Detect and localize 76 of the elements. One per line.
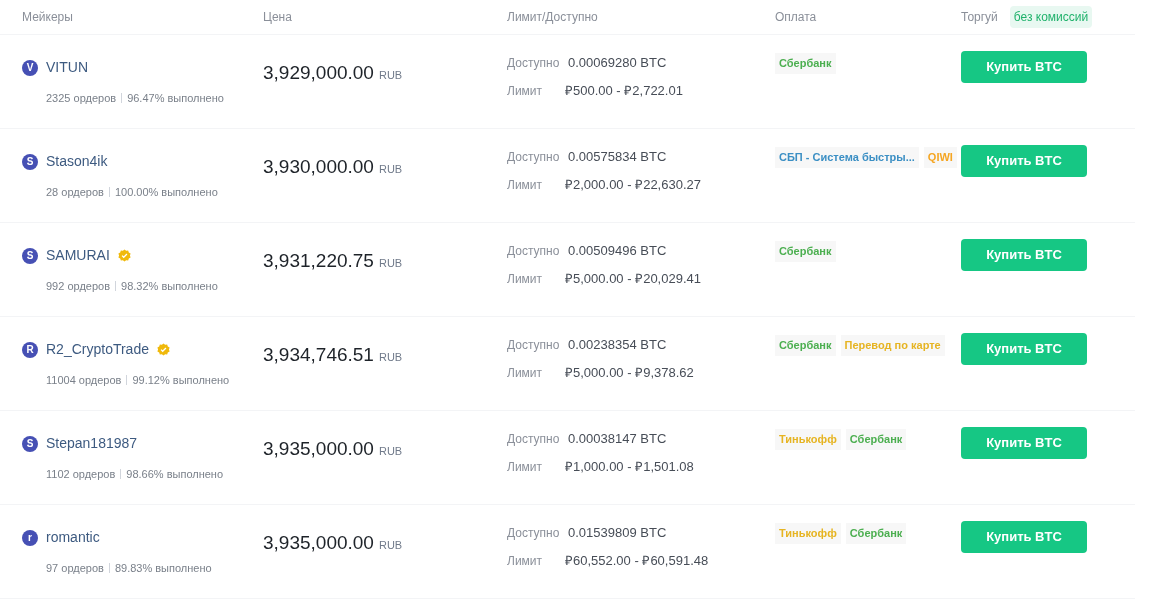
available-amount: 0.00069280 BTC (568, 54, 667, 72)
limit-range: ₽1,000.00 - ₽1,501.08 (565, 457, 694, 476)
currency: RUB (378, 538, 403, 553)
payment-tag: СБП - Система быстры... (775, 147, 919, 168)
avatar: S (22, 247, 38, 264)
payment-tag: Сбербанк (845, 523, 907, 544)
column-header: Лимит/Доступно (507, 10, 598, 24)
limit-label: Лимит (507, 270, 544, 288)
column-header: Оплата (775, 10, 817, 24)
limit-label: Лимит (507, 458, 544, 476)
order-count: 11004 ордеров (46, 373, 122, 388)
order-count: 28 ордеров (46, 185, 104, 200)
completion-rate: 98.32% выполнено (121, 279, 218, 294)
maker-name[interactable]: romantic (46, 527, 100, 548)
limit-label: Лимит (507, 176, 544, 194)
payment-tag: Сбербанк (775, 53, 836, 74)
payment-tag: Сбербанк (845, 429, 907, 450)
payment-tag: Тинькофф (775, 429, 841, 450)
maker-name[interactable]: SAMURAI (46, 245, 110, 266)
price: 3,929,000.00 (263, 61, 374, 85)
completion-rate: 96.47% выполнено (127, 91, 224, 106)
available-amount: 0.00575834 BTC (568, 148, 667, 166)
currency: RUB (378, 256, 403, 271)
avatar: r (22, 529, 38, 546)
limit-range: ₽5,000.00 - ₽20,029.41 (565, 269, 701, 288)
currency: RUB (378, 162, 403, 177)
maker-name[interactable]: Stason4ik (46, 151, 108, 172)
order-count: 992 ордеров (46, 279, 110, 294)
payment-tag: Сбербанк (775, 241, 836, 262)
order-count: 97 ордеров (46, 561, 104, 576)
avatar: V (22, 59, 38, 76)
maker-name[interactable]: R2_CryptoTrade (46, 339, 149, 360)
price: 3,935,000.00 (263, 531, 374, 555)
price: 3,934,746.51 (263, 343, 374, 367)
available-label: Доступно (507, 149, 561, 166)
column-header: Мейкеры (22, 10, 73, 24)
limit-label: Лимит (507, 364, 544, 382)
price: 3,930,000.00 (263, 155, 374, 179)
limit-range: ₽5,000.00 - ₽9,378.62 (565, 363, 694, 382)
payment-tag: QIWI (923, 147, 957, 168)
payment-tag: Сбербанк (775, 335, 836, 356)
limit-range: ₽60,552.00 - ₽60,591.48 (565, 551, 709, 570)
payment-tag: Перевод по карте (840, 335, 945, 356)
maker-name[interactable]: Stepan181987 (46, 433, 138, 454)
available-amount: 0.01539809 BTC (568, 524, 667, 542)
completion-rate: 98.66% выполнено (126, 467, 224, 482)
avatar: S (22, 153, 38, 170)
completion-rate: 89.83% выполнено (114, 561, 212, 576)
completion-rate: 99.12% выполнено (132, 373, 230, 388)
completion-rate: 100.00% выполнено (114, 185, 218, 200)
limit-label: Лимит (507, 82, 544, 100)
available-label: Доступно (507, 55, 561, 72)
order-count: 1102 ордеров (46, 467, 116, 482)
avatar: S (22, 435, 38, 452)
limit-label: Лимит (507, 552, 544, 570)
available-label: Доступно (507, 525, 561, 542)
available-amount: 0.00038147 BTC (568, 430, 667, 448)
avatar: R (22, 341, 38, 358)
currency: RUB (378, 68, 403, 83)
available-amount: 0.00509496 BTC (568, 242, 667, 260)
available-amount: 0.00238354 BTC (568, 336, 667, 354)
available-label: Доступно (507, 431, 561, 448)
price: 3,935,000.00 (263, 437, 374, 461)
available-label: Доступно (507, 243, 561, 260)
limit-range: ₽2,000.00 - ₽22,630.27 (565, 175, 701, 194)
price: 3,931,220.75 (263, 249, 374, 273)
currency: RUB (378, 444, 403, 459)
no-fee-badge: без комиссий (1009, 6, 1093, 28)
column-header: Цена (263, 10, 292, 24)
maker-name[interactable]: VITUN (46, 57, 88, 78)
payment-tag: Тинькофф (775, 523, 841, 544)
column-header: Торгуй (961, 9, 998, 26)
order-count: 2325 ордеров (46, 91, 117, 106)
available-label: Доступно (507, 337, 561, 354)
currency: RUB (378, 350, 403, 365)
limit-range: ₽500.00 - ₽2,722.01 (565, 81, 683, 100)
